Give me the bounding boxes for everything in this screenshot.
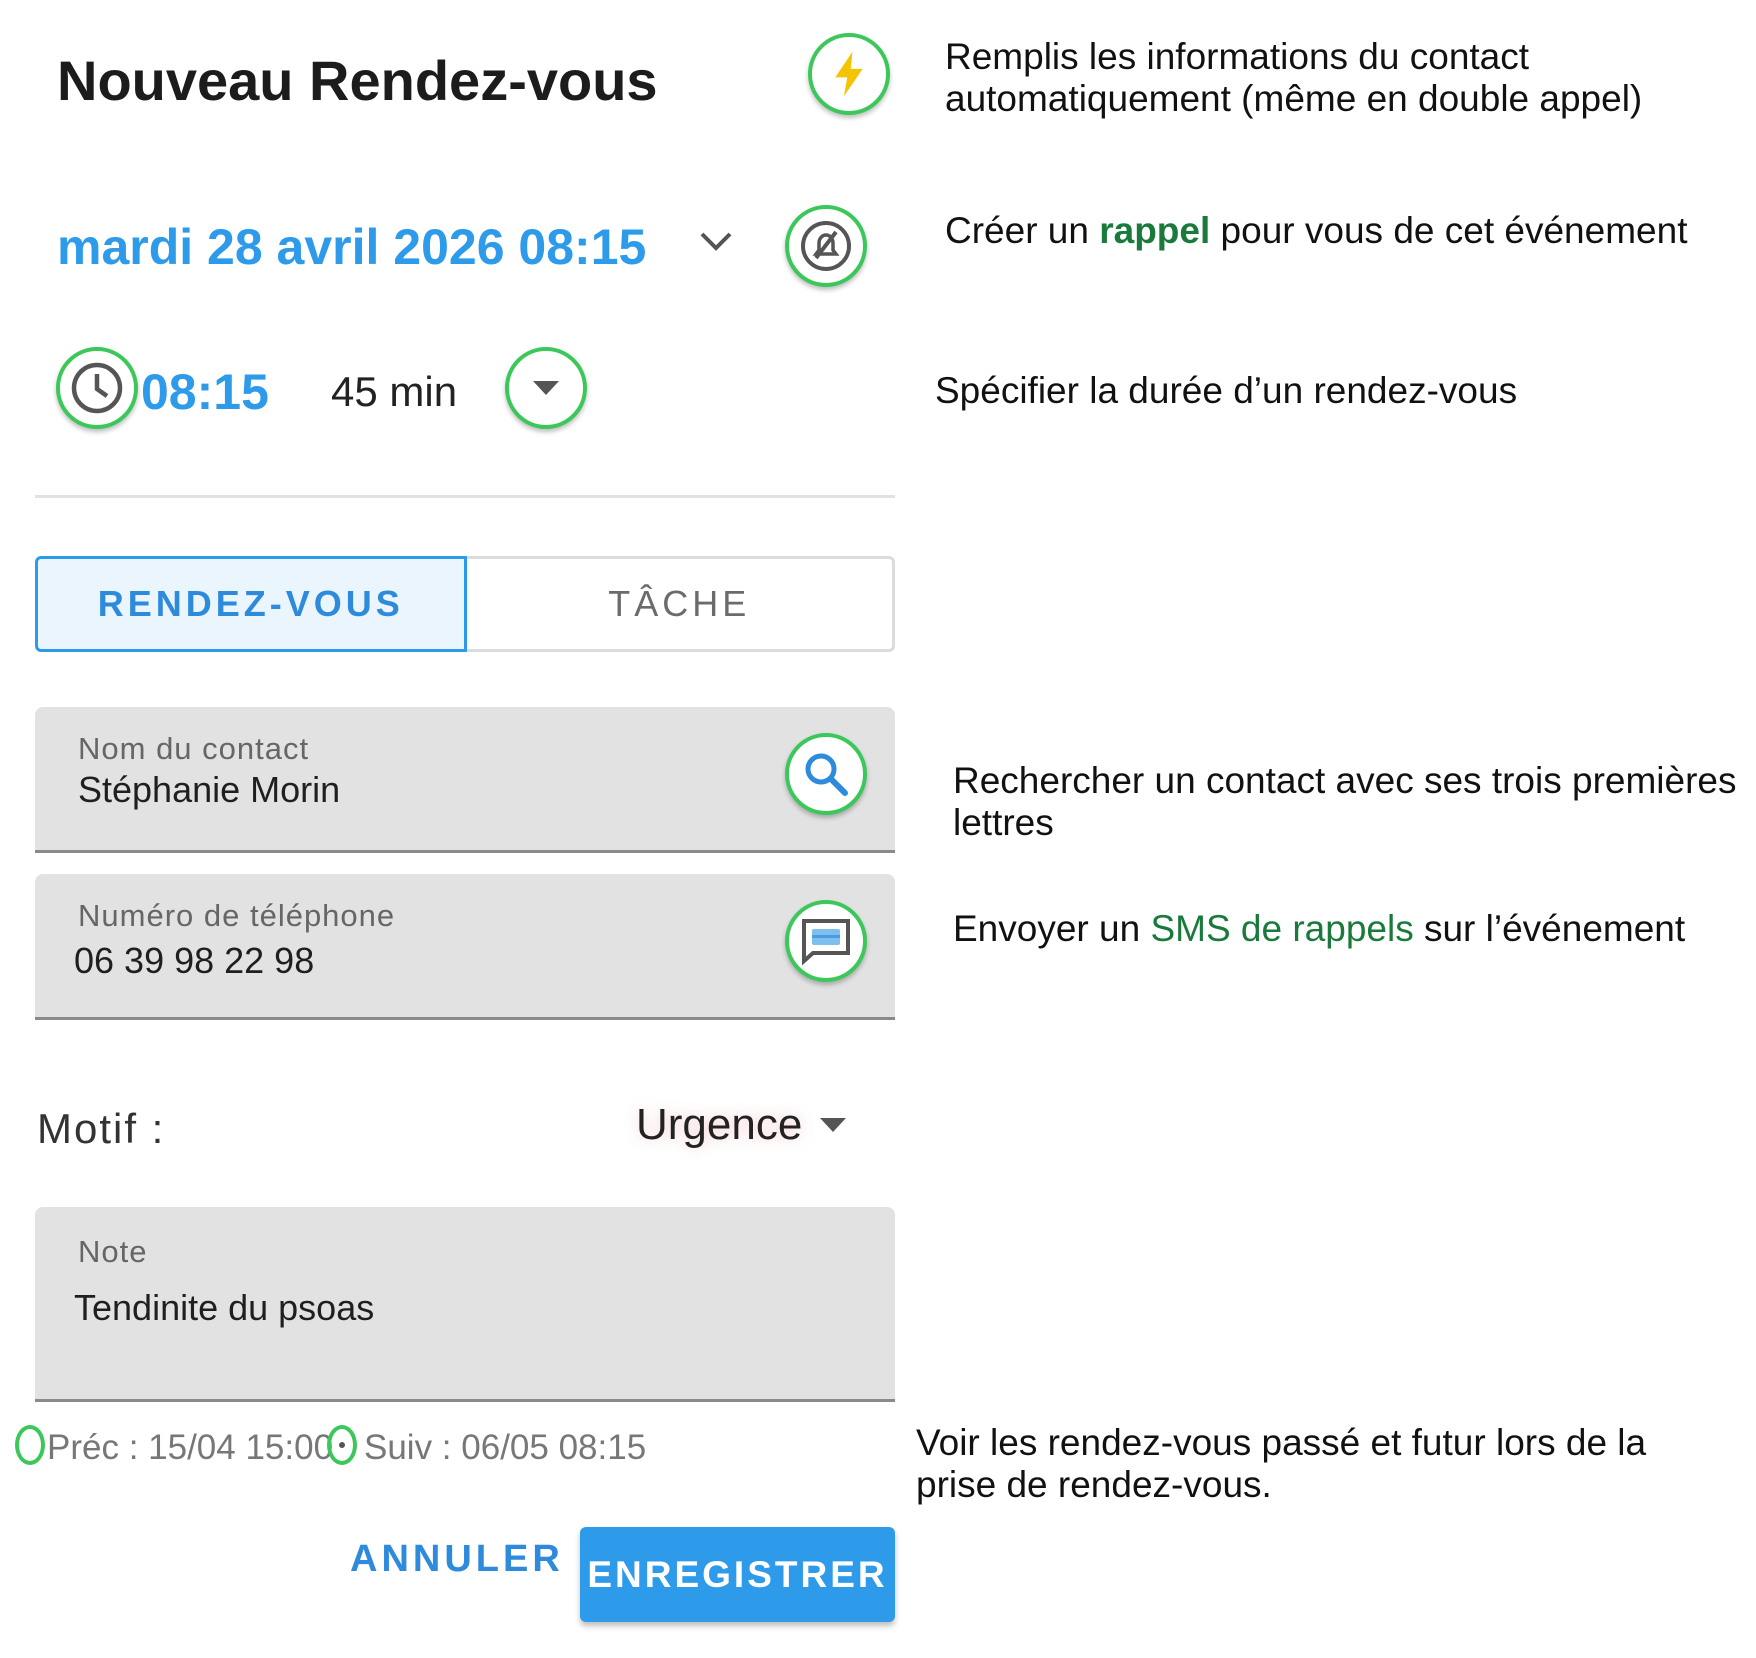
next-appointment-marker <box>327 1425 357 1465</box>
page-title: Nouveau Rendez-vous <box>57 49 658 112</box>
note-value: Tendinite du psoas <box>74 1287 375 1328</box>
time-value[interactable]: 08:15 <box>141 363 269 421</box>
contact-name-value: Stéphanie Morin <box>78 769 341 810</box>
annotation-sms: Envoyer un SMS de rappels sur l’événemen… <box>953 908 1685 950</box>
cancel-button[interactable]: ANNULER <box>350 1538 564 1581</box>
tab-rendez-vous[interactable]: RENDEZ-VOUS <box>35 556 467 652</box>
annotation-autofill-line1: Remplis les informations du contact <box>945 36 1530 77</box>
annotation-history-line2: prise de rendez-vous. <box>916 1464 1272 1505</box>
clock-icon <box>71 362 123 414</box>
save-button[interactable]: ENREGISTRER <box>580 1527 895 1622</box>
duration-value: 45 min <box>331 368 458 415</box>
prev-appointment-marker <box>15 1425 45 1465</box>
annotation-reminder: Créer un rappel pour vous de cet événeme… <box>945 210 1687 252</box>
divider <box>35 495 895 498</box>
annotation-reminder-post: pour vous de cet événement <box>1210 210 1688 251</box>
phone-field[interactable]: Numéro de téléphone 06 39 98 22 98 <box>35 874 895 1020</box>
bell-off-icon <box>801 221 851 271</box>
motif-dropdown-icon[interactable] <box>820 1118 846 1132</box>
lightning-icon <box>835 51 863 97</box>
annotation-reminder-pre: Créer un <box>945 210 1100 251</box>
annotation-sms-post: sur l’événement <box>1413 908 1686 949</box>
date-selector[interactable]: mardi 28 avril 2026 08:15 <box>57 218 646 276</box>
dropdown-icon <box>533 381 559 395</box>
autofill-button[interactable] <box>808 33 890 115</box>
prev-appointment-link[interactable]: Préc : 15/04 15:00 <box>47 1428 333 1468</box>
time-picker-button[interactable] <box>56 347 138 429</box>
sms-icon <box>802 919 850 966</box>
annotation-reminder-highlight: rappel <box>1099 210 1211 251</box>
annotation-duration: Spécifier la durée d’un rendez-vous <box>935 370 1518 411</box>
contact-search-button[interactable] <box>785 733 867 815</box>
annotation-search-line1: Rechercher un contact avec ses trois pre… <box>953 760 1737 801</box>
search-icon <box>805 753 848 796</box>
contact-name-field[interactable]: Nom du contact Stéphanie Morin <box>35 707 895 853</box>
type-tabs: RENDEZ-VOUS TÂCHE <box>35 556 895 652</box>
annotation-search: Rechercher un contact avec ses trois pre… <box>953 760 1737 844</box>
annotation-autofill: Remplis les informations du contact auto… <box>945 36 1642 120</box>
annotation-history: Voir les rendez-vous passé et futur lors… <box>916 1422 1646 1506</box>
phone-label: Numéro de téléphone <box>78 898 396 933</box>
note-field[interactable]: Note Tendinite du psoas <box>35 1207 895 1402</box>
phone-value: 06 39 98 22 98 <box>74 940 315 981</box>
annotation-autofill-line2: automatiquement (même en double appel) <box>945 78 1643 119</box>
annotation-sms-highlight: SMS de rappels <box>1150 908 1414 949</box>
reminder-button[interactable] <box>785 205 867 287</box>
contact-name-label: Nom du contact <box>78 731 310 766</box>
annotation-search-line2: lettres <box>953 802 1054 843</box>
annotation-sms-pre: Envoyer un <box>953 908 1151 949</box>
chevron-down-icon[interactable] <box>696 228 736 261</box>
tab-tache[interactable]: TÂCHE <box>466 556 895 652</box>
note-label: Note <box>78 1234 148 1269</box>
annotation-history-line1: Voir les rendez-vous passé et futur lors… <box>916 1422 1647 1463</box>
motif-label: Motif : <box>37 1105 166 1152</box>
next-appointment-link[interactable]: Suiv : 06/05 08:15 <box>364 1428 646 1468</box>
sms-reminder-button[interactable] <box>785 900 867 982</box>
motif-select[interactable]: Urgence <box>636 1100 802 1150</box>
duration-dropdown-button[interactable] <box>505 347 587 429</box>
